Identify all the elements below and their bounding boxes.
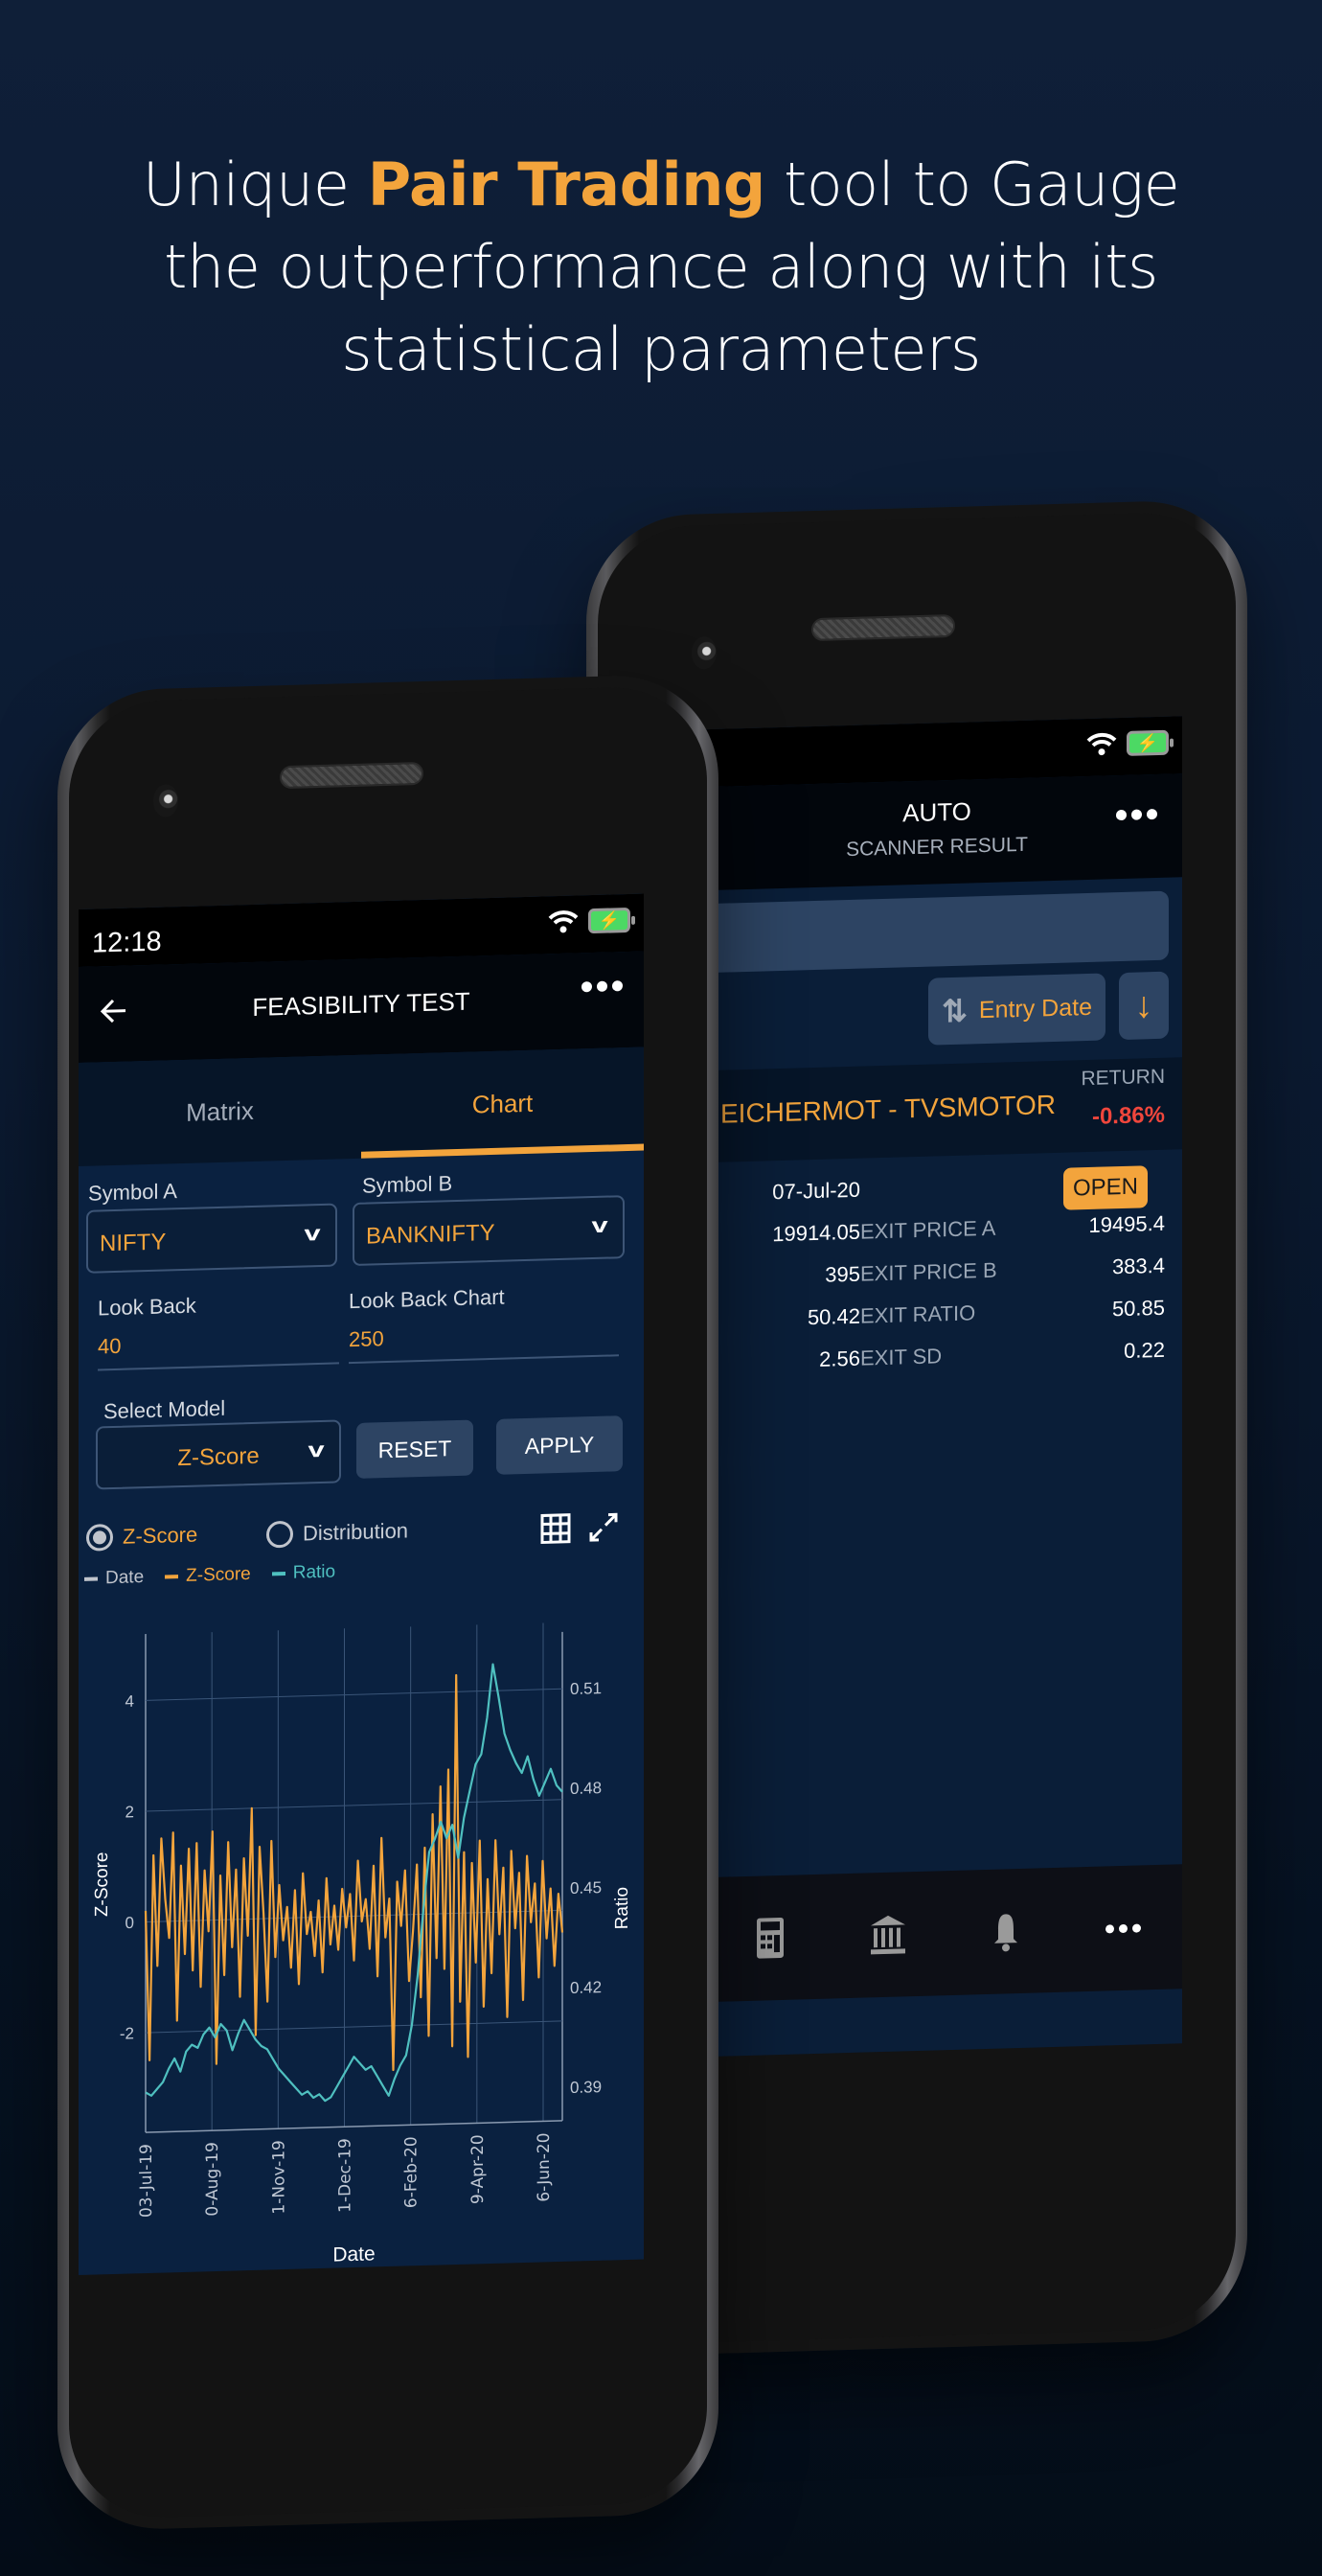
model-dropdown[interactable]: Z-Score v (96, 1419, 341, 1490)
y-tick-label: 2 (125, 1803, 134, 1821)
entry-date-row: 07-Jul-20 OPEN (692, 1165, 1165, 1217)
headline: Unique Pair Trading tool to Gauge the ou… (0, 144, 1322, 391)
chart-controls: Z-Score Distribution Date Z-Score Ratio (79, 1477, 644, 1588)
earpiece-speaker (280, 761, 423, 790)
look-back-chart-input[interactable]: 250 (349, 1306, 619, 1365)
symbol-b-label: Symbol B (362, 1171, 453, 1198)
app-header: FEASIBILITY TEST (79, 951, 644, 1064)
chevron-down-icon: v (308, 1437, 325, 1462)
pair-card-header: EICHERMOT - TVSMOTOR RETURN -0.86% (692, 1057, 1182, 1163)
table-grid-icon[interactable] (540, 1513, 571, 1545)
header-subtitle: SCANNER RESULT (846, 833, 1028, 862)
x-tick-label: 0-Aug-19 (203, 2142, 222, 2217)
look-back-label: Look Back (98, 1293, 196, 1321)
x-tick-label: 1-Dec-19 (336, 2138, 355, 2213)
more-horizontal-icon[interactable] (581, 980, 623, 993)
y-axis-title: Z-Score (92, 1852, 112, 1917)
sort-row: ⇅ Entry Date ↓ (692, 959, 1182, 1051)
reset-button[interactable]: RESET (356, 1419, 473, 1479)
bank-icon[interactable] (864, 1910, 912, 1959)
app-header: AUTO SCANNER RESULT (692, 773, 1182, 891)
y-grid-line (146, 1799, 562, 1812)
expand-icon[interactable] (588, 1511, 619, 1543)
look-back-input[interactable]: 40 (98, 1314, 339, 1371)
battery-charging-icon: ⚡ (1127, 729, 1169, 756)
y2-tick-label: 0.48 (570, 1779, 602, 1798)
y2-tick-label: 0.39 (570, 2078, 602, 2097)
y2-axis-title: Ratio (612, 1887, 632, 1930)
symbol-a-label: Symbol A (88, 1179, 177, 1206)
chart-legend: Date Z-Score Ratio (84, 1562, 335, 1590)
entry-date: 07-Jul-20 (772, 1177, 860, 1205)
tab-bar: Matrix Chart (79, 1046, 644, 1167)
more-horizontal-icon[interactable] (1116, 808, 1157, 821)
arrow-down-icon: ↓ (1134, 984, 1153, 1026)
tab-matrix[interactable]: Matrix (79, 1055, 361, 1166)
x-tick-label: 03-Jul-19 (137, 2144, 156, 2219)
y2-tick-label: 0.51 (570, 1679, 602, 1698)
apply-button[interactable]: APPLY (496, 1415, 623, 1475)
series-line-z-score (144, 1673, 564, 2072)
scanner-screen: ⚡ AUTO SCANNER RESULT n... ⇅ Entry Date … (692, 716, 1182, 2058)
chart-area: 03-Jul-19 0-Aug-19 1-Nov-19 1-Dec-19 6-Feb-2… (79, 1592, 644, 2275)
legend-item-z-score: Z-Score (165, 1564, 251, 1588)
phone-feasibility-test: 12:18 ⚡ FEASIBILITY TEST Matrix Chart Sy… (57, 673, 718, 2532)
symbol-a-dropdown[interactable]: NIFTY v (86, 1203, 337, 1274)
calculator-icon[interactable] (746, 1914, 794, 1963)
headline-line-3: statistical parameters (341, 314, 981, 384)
tab-chart[interactable]: Chart (361, 1047, 644, 1159)
bell-icon[interactable] (982, 1907, 1030, 1956)
radio-distribution[interactable]: Distribution (266, 1517, 408, 1549)
x-tick-label: 6-Jun-20 (535, 2132, 554, 2202)
y-grid-line (146, 2020, 562, 2034)
sort-arrows-icon: ⇅ (942, 993, 968, 1029)
header-title: AUTO (902, 796, 971, 828)
y-tick-label: -2 (120, 2024, 134, 2042)
wifi-icon (548, 910, 579, 933)
x-tick-label: 1-Nov-19 (269, 2140, 288, 2215)
legend-item-date: Date (84, 1567, 144, 1590)
legend-item-ratio: Ratio (271, 1562, 335, 1585)
x-axis (146, 2120, 562, 2133)
pair-row: 2.56 EXIT SD 0.22 (819, 1337, 1165, 1371)
feasibility-form: Symbol A NIFTY v Symbol B BANKNIFTY v Look… (79, 1151, 644, 1492)
pair-name: EICHERMOT - TVSMOTOR (720, 1089, 1057, 1129)
chevron-down-icon: v (304, 1220, 321, 1246)
bottom-nav (692, 1864, 1182, 2003)
x-tick-label: 6-Feb-20 (402, 2136, 422, 2208)
radio-selected-icon (86, 1524, 113, 1552)
symbol-b-dropdown[interactable]: BANKNIFTY v (353, 1195, 625, 1267)
return-label: RETURN (1081, 1065, 1166, 1091)
earpiece-speaker (811, 613, 955, 642)
headline-line-1: Unique Pair Trading tool to Gauge (142, 150, 1180, 219)
select-model-label: Select Model (103, 1395, 226, 1424)
sort-entry-date-button[interactable]: ⇅ Entry Date (928, 973, 1105, 1046)
y-tick-label: 0 (125, 1914, 134, 1932)
status-badge: OPEN (1062, 1165, 1148, 1210)
more-horizontal-icon[interactable] (1100, 1903, 1148, 1952)
wifi-icon (1086, 732, 1117, 756)
pair-card-body: 07-Jul-20 OPEN A 19914.05 EXIT PRICE A 1… (692, 1149, 1182, 1383)
headline-highlight: Pair Trading (367, 150, 766, 219)
series-line-ratio (145, 1663, 563, 2103)
radio-z-score[interactable]: Z-Score (86, 1522, 197, 1552)
radio-unselected-icon (266, 1520, 293, 1549)
y-tick-label: 4 (125, 1692, 134, 1711)
x-axis-title: Date (332, 2242, 375, 2266)
pair-card[interactable]: EICHERMOT - TVSMOTOR RETURN -0.86% 07-Ju… (692, 1057, 1182, 1383)
y2-tick-label: 0.42 (570, 1978, 602, 1997)
status-time: 12:18 (92, 926, 162, 959)
sort-order-button[interactable]: ↓ (1119, 971, 1169, 1041)
return-value: -0.86% (1091, 1101, 1165, 1130)
x-tick-label: 9-Apr-20 (468, 2134, 488, 2204)
chevron-down-icon: v (591, 1212, 608, 1238)
page-title: FEASIBILITY TEST (252, 986, 470, 1022)
y2-tick-label: 0.45 (570, 1878, 602, 1898)
z-score-ratio-chart[interactable]: 03-Jul-19 0-Aug-19 1-Nov-19 1-Dec-19 6-Feb-2… (79, 1592, 644, 2275)
battery-charging-icon: ⚡ (588, 907, 630, 934)
headline-line-2: the outperformance along with its (164, 232, 1158, 302)
feasibility-screen: 12:18 ⚡ FEASIBILITY TEST Matrix Chart Sy… (79, 893, 644, 2276)
